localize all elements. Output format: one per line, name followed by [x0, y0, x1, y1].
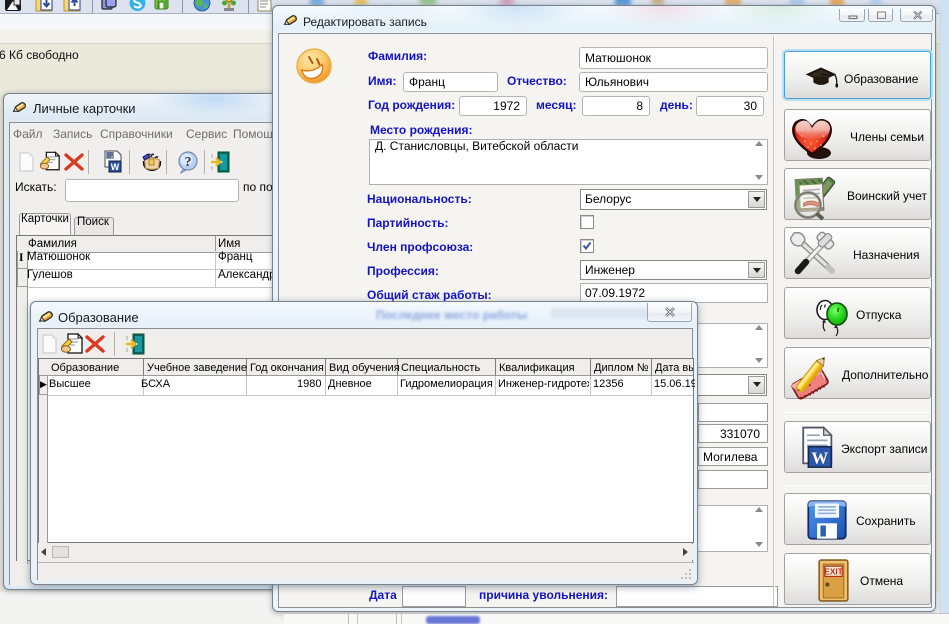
- svg-text:?: ?: [185, 155, 192, 170]
- svg-text:W: W: [812, 448, 829, 467]
- svg-text:EXIT: EXIT: [824, 567, 842, 576]
- svg-text:W: W: [111, 162, 120, 172]
